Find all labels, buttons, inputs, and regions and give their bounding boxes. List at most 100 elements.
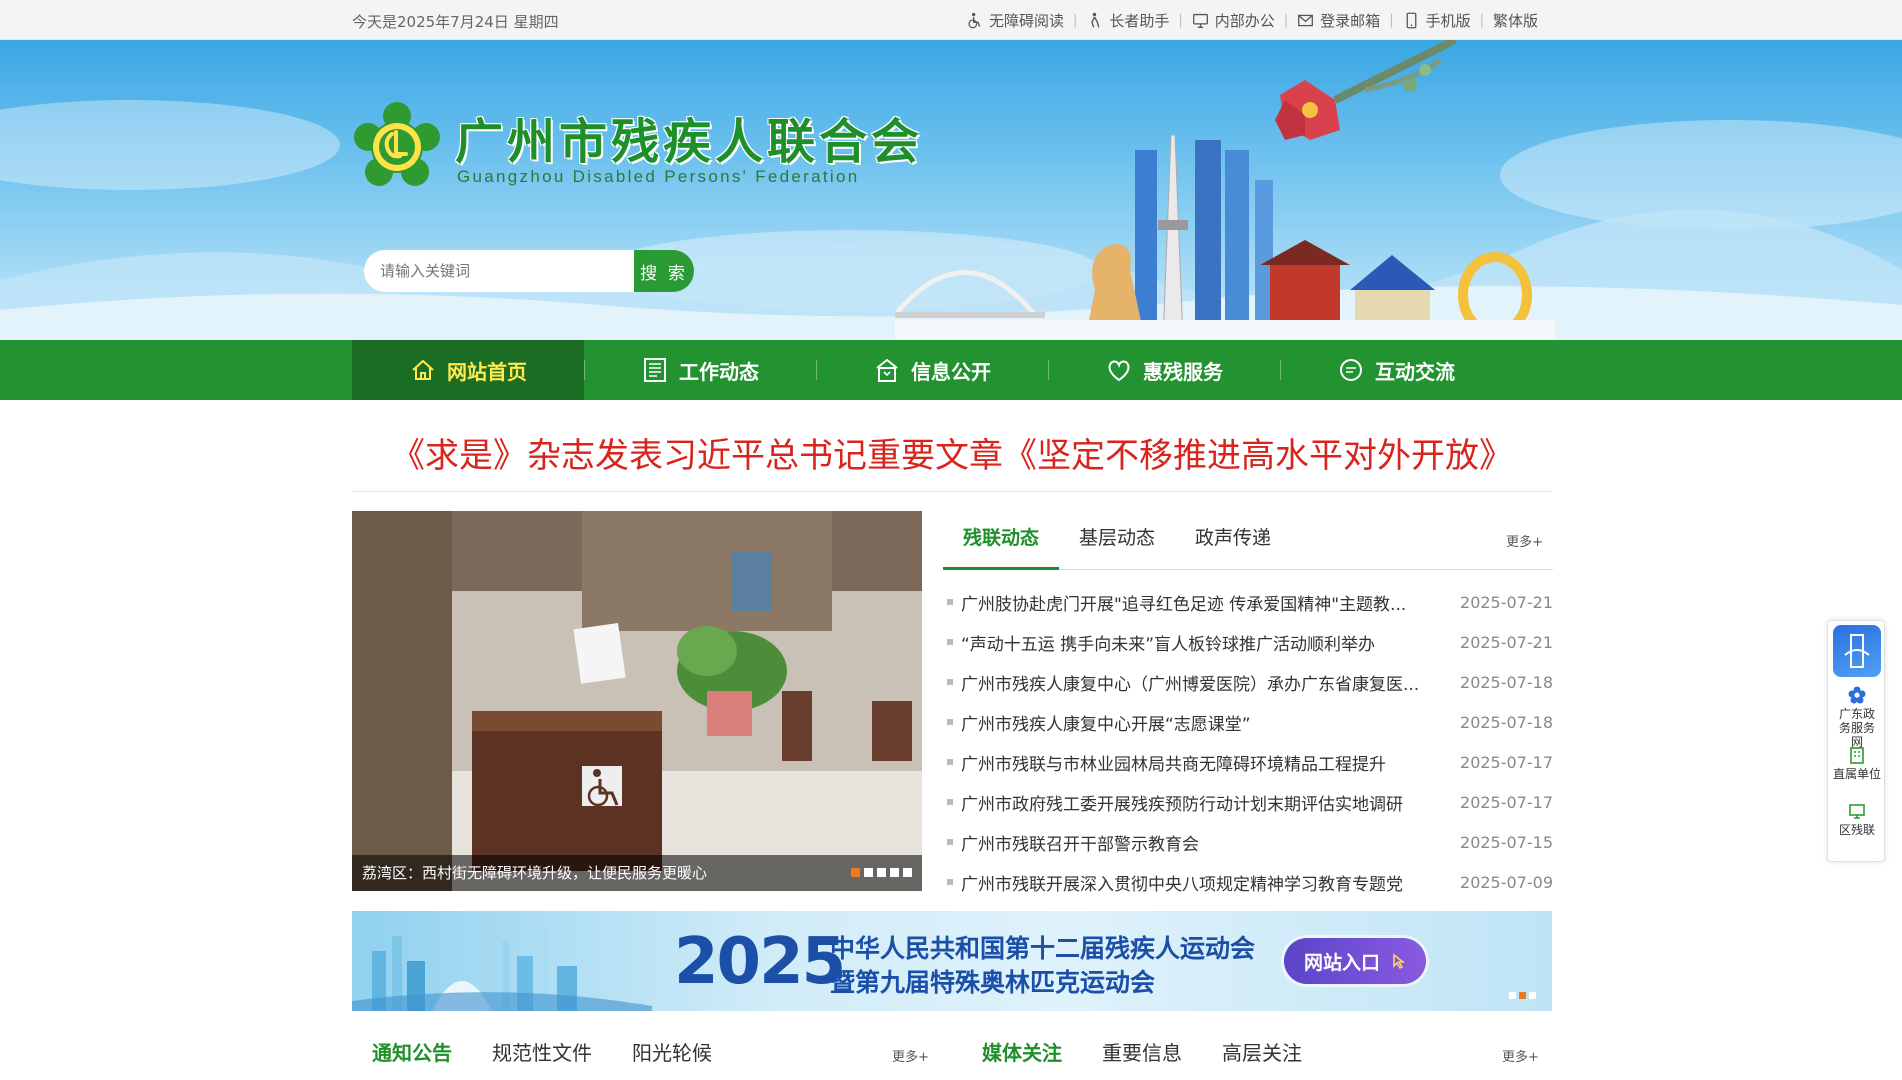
right-float-bar: 广东政务服务网 直属单位 区残联: [1827, 620, 1885, 862]
district-federation-link[interactable]: 区残联: [1828, 801, 1886, 837]
list-item[interactable]: “声动十五运 携手向未来”盲人板铃球推广活动顺利举办 2025-07-21: [943, 622, 1553, 662]
news-title[interactable]: 广州市残联与市林业园林局共商无障碍环境精品工程提升: [961, 750, 1457, 775]
header-banner: 广州市残疾人联合会 Guangzhou Disabled Persons' Fe…: [0, 40, 1902, 340]
nav-item-interaction-label: 互动交流: [1375, 359, 1455, 384]
event-dot[interactable]: [1529, 992, 1536, 999]
bullet: [947, 719, 953, 725]
top-utility-bar: 今天是2025年7月24日 星期四 无障碍阅读 | 长者助手 | 内部办公 | …: [0, 0, 1902, 40]
event-dot[interactable]: [1509, 992, 1516, 999]
tab-sunshine-queue[interactable]: 阳光轮候: [612, 1030, 732, 1080]
notices-more-link[interactable]: 更多+: [892, 1046, 929, 1065]
list-item[interactable]: 广州市政府残工委开展残疾预防行动计划末期评估实地调研 2025-07-17: [943, 782, 1553, 822]
tab-regulations[interactable]: 规范性文件: [472, 1030, 612, 1080]
bullet: [947, 839, 953, 845]
news-title[interactable]: 广州市残联召开干部警示教育会: [961, 830, 1457, 855]
elder-helper-link[interactable]: 长者助手: [1077, 10, 1178, 31]
kapok-flower-decoration: [1275, 40, 1457, 140]
tab-media[interactable]: 媒体关注: [962, 1030, 1082, 1080]
news-date: 2025-07-17: [1460, 792, 1553, 812]
internal-office-link[interactable]: 内部办公: [1183, 10, 1284, 31]
home-icon: [412, 359, 434, 380]
media-tabs: 媒体关注 重要信息 高层关注: [962, 1030, 1322, 1080]
mail-login-link[interactable]: 登录邮箱: [1288, 10, 1389, 31]
nav-item-interaction[interactable]: 互动交流: [1280, 340, 1512, 400]
media-more-link[interactable]: 更多+: [1502, 1046, 1539, 1065]
news-title[interactable]: 广州市政府残工委开展残疾预防行动计划末期评估实地调研: [961, 790, 1457, 815]
bullet: [947, 679, 953, 685]
tab-grassroots-news[interactable]: 基层动态: [1059, 511, 1175, 570]
headline-banner: 《求是》杂志发表习近平总书记重要文章《坚定不移推进高水平对外开放》: [352, 420, 1552, 492]
monitor-icon: [1192, 13, 1208, 28]
news-title[interactable]: 广州市残疾人康复中心（广州博爱医院）承办广东省康复医...: [961, 670, 1457, 695]
tab-important-info[interactable]: 重要信息: [1082, 1030, 1202, 1080]
news-date: 2025-07-21: [1460, 592, 1553, 612]
affiliated-units-label: 直属单位: [1832, 767, 1881, 781]
nav-item-work-news-label: 工作动态: [679, 359, 759, 384]
search-input[interactable]: [364, 250, 634, 292]
news-date: 2025-07-21: [1460, 632, 1553, 652]
event-dot[interactable]: [1519, 992, 1526, 999]
list-item[interactable]: 广州市残联与市林业园林局共商无障碍环境精品工程提升 2025-07-17: [943, 742, 1553, 782]
elder-icon: [1091, 12, 1100, 28]
tab-federation-news[interactable]: 残联动态: [943, 511, 1060, 570]
heart-icon: [1108, 360, 1130, 382]
website-entry-button[interactable]: 网站入口: [1284, 938, 1426, 984]
gd-gov-service-label: 广东政务服务网: [1838, 707, 1875, 749]
news-title[interactable]: “声动十五运 携手向未来”盲人板铃球推广活动顺利举办: [961, 630, 1457, 655]
nav-item-info-disclosure-label: 信息公开: [911, 359, 991, 384]
top-links: 无障碍阅读 | 长者助手 | 内部办公 | 登录邮箱 | 手机版 | 繁体版: [957, 10, 1547, 31]
tab-notices[interactable]: 通知公告: [352, 1030, 472, 1080]
headline-link[interactable]: 《求是》杂志发表习近平总书记重要文章《坚定不移推进高水平对外开放》: [391, 428, 1513, 477]
carousel-dot[interactable]: [851, 868, 860, 877]
website-entry-label: 网站入口: [1303, 951, 1380, 974]
elder-helper-label: 长者助手: [1109, 12, 1170, 30]
notice-tabs: 通知公告 规范性文件 阳光轮候: [352, 1030, 732, 1080]
gd-gov-service-link[interactable]: 广东政务服务网: [1828, 685, 1886, 749]
carousel-dot[interactable]: [877, 868, 886, 877]
event-dots: [1509, 992, 1536, 999]
tab-government-voice[interactable]: 政声传递: [1175, 511, 1291, 570]
flower-icon: [1848, 686, 1866, 704]
list-item[interactable]: 广州市残疾人康复中心开展“志愿课堂” 2025-07-18: [943, 702, 1553, 742]
cloud-decoration: [0, 100, 340, 190]
news-title[interactable]: 广州市残疾人康复中心开展“志愿课堂”: [961, 710, 1457, 735]
carousel-dot[interactable]: [903, 868, 912, 877]
nav-item-info-disclosure[interactable]: 信息公开: [816, 340, 1048, 400]
bullet: [947, 799, 953, 805]
affiliated-units-link[interactable]: 直属单位: [1828, 745, 1886, 781]
wheelchair-icon: [968, 12, 981, 29]
accessible-reading-link[interactable]: 无障碍阅读: [957, 10, 1073, 31]
photo-carousel[interactable]: 荔湾区：西村街无障碍环境升级，让便民服务更暖心: [352, 511, 922, 891]
main-nav: 网站首页 工作动态 信息公开 惠残服务 互动交流: [0, 340, 1902, 400]
carousel-photo: [352, 511, 922, 891]
news-date: 2025-07-17: [1460, 752, 1553, 772]
pointer-icon: [1393, 953, 1406, 970]
bullet: [947, 879, 953, 885]
current-date: 今天是2025年7月24日 星期四: [352, 13, 559, 31]
news-title[interactable]: 广州市残联开展深入贯彻中央八项规定精神学习教育专题党: [961, 870, 1457, 895]
carousel-dot[interactable]: [890, 868, 899, 877]
list-item[interactable]: 广州市残联开展深入贯彻中央八项规定精神学习教育专题党 2025-07-09: [943, 862, 1553, 902]
bullet: [947, 759, 953, 765]
list-item[interactable]: 广州肢协赴虎门开展"追寻红色足迹 传承爱国精神"主题教... 2025-07-21: [943, 582, 1553, 622]
building-icon: [876, 358, 898, 382]
nav-item-home[interactable]: 网站首页: [352, 340, 584, 400]
list-item[interactable]: 广州市残疾人康复中心（广州博爱医院）承办广东省康复医... 2025-07-18: [943, 662, 1553, 702]
mobile-app-icon[interactable]: [1833, 625, 1881, 677]
news-more-link[interactable]: 更多+: [1506, 531, 1543, 550]
carousel-caption[interactable]: 荔湾区：西村街无障碍环境升级，让便民服务更暖心: [362, 862, 707, 883]
search-button[interactable]: 搜 索: [634, 250, 694, 292]
traditional-chinese-link[interactable]: 繁体版: [1484, 10, 1547, 31]
tab-leadership[interactable]: 高层关注: [1202, 1030, 1322, 1080]
district-federation-label: 区残联: [1838, 823, 1875, 837]
games-event-banner[interactable]: 2025 中华人民共和国第十二届残疾人运动会 暨第九届特殊奥林匹克运动会 网站入…: [352, 911, 1552, 1011]
city-skyline-decoration: [352, 931, 652, 1011]
mobile-version-link[interactable]: 手机版: [1394, 10, 1480, 31]
event-title-line1: 中华人民共和国第十二届残疾人运动会: [830, 934, 1256, 963]
carousel-dot[interactable]: [864, 868, 873, 877]
nav-item-services[interactable]: 惠残服务: [1048, 340, 1280, 400]
news-title[interactable]: 广州肢协赴虎门开展"追寻红色足迹 传承爱国精神"主题教...: [961, 590, 1457, 615]
nav-item-work-news[interactable]: 工作动态: [584, 340, 816, 400]
list-item[interactable]: 广州市残联召开干部警示教育会 2025-07-15: [943, 822, 1553, 862]
mobile-version-label: 手机版: [1425, 12, 1471, 30]
